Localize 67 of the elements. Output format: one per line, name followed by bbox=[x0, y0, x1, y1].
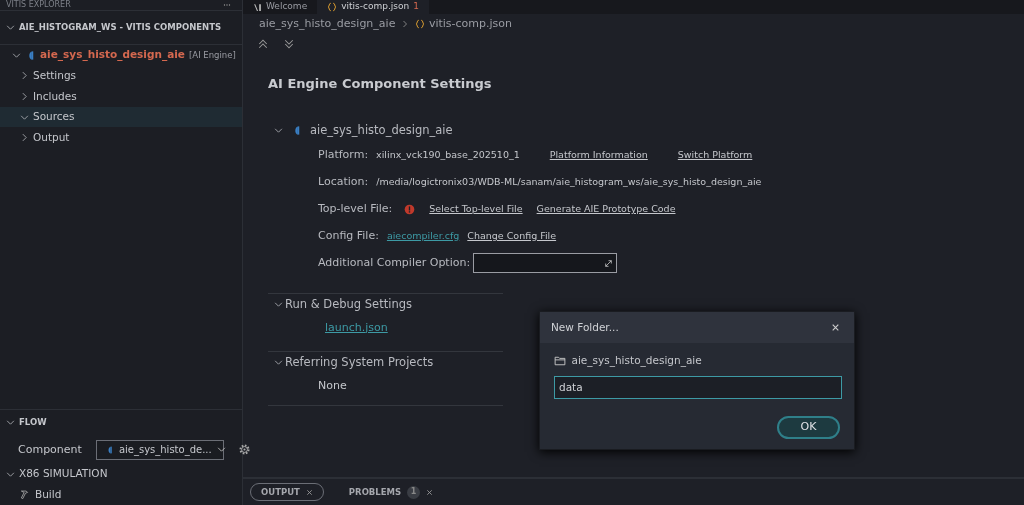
chevron-icon[interactable] bbox=[6, 23, 15, 32]
field-value: /media/logictronix03/WDB-ML/sanam/aie_histogram_ws/aie_sys_histo_design_aie bbox=[376, 174, 762, 189]
section-title: Run & Debug Settings bbox=[285, 295, 412, 313]
tree-item[interactable]: Includes bbox=[0, 86, 242, 107]
more-icon[interactable] bbox=[222, 1, 232, 9]
breadcrumb-item[interactable]: vitis-comp.json bbox=[415, 15, 512, 33]
chevron-icon[interactable] bbox=[12, 50, 21, 60]
tree-item[interactable]: Sources bbox=[0, 106, 242, 128]
field-label: Additional Compiler Option: bbox=[318, 254, 471, 271]
ok-button[interactable]: OK bbox=[777, 415, 840, 439]
section-header[interactable]: FLOW bbox=[19, 416, 47, 430]
link[interactable]: Change Config File bbox=[467, 228, 557, 244]
chevron-icon[interactable] bbox=[6, 418, 15, 428]
chevron-icon[interactable] bbox=[20, 112, 29, 122]
folder-path: aie_sys_histo_design_aie bbox=[571, 353, 702, 369]
field-value: xilinx_vck190_base_202510_1 bbox=[376, 147, 520, 162]
component-dropdown[interactable]: aie_sys_histo_de... bbox=[95, 439, 224, 460]
chevron-icon[interactable] bbox=[6, 469, 15, 479]
close-icon[interactable] bbox=[831, 323, 840, 332]
field-label: Component bbox=[18, 441, 82, 458]
panel-title: VITIS EXPLORER bbox=[6, 0, 71, 11]
chevron-icon[interactable] bbox=[274, 126, 283, 135]
link[interactable]: Switch Platform bbox=[677, 147, 753, 163]
braces-icon bbox=[327, 2, 338, 12]
close-icon[interactable] bbox=[305, 488, 313, 496]
editor-tab[interactable]: Welcome bbox=[243, 0, 318, 14]
link[interactable]: Generate AIE Prototype Code bbox=[536, 201, 676, 217]
dialog-title: New Folder... bbox=[551, 319, 619, 335]
input-field[interactable]: data bbox=[554, 375, 842, 399]
logo-icon bbox=[253, 2, 262, 12]
section-header[interactable]: AIE_HISTOGRAM_WS - VITIS COMPONENTS bbox=[19, 21, 222, 34]
field-label: Top-level File: bbox=[318, 200, 393, 217]
resize-icon bbox=[604, 258, 614, 268]
tree-item[interactable]: Settings bbox=[0, 65, 242, 87]
tree-item[interactable]: Output bbox=[0, 127, 242, 148]
chevron-icon[interactable] bbox=[274, 358, 283, 367]
link[interactable]: Select Top-level File bbox=[429, 201, 523, 217]
field-label: Location: bbox=[318, 173, 369, 190]
folder-icon bbox=[554, 354, 566, 367]
panel-tab[interactable]: PROBLEMS 1 bbox=[337, 482, 445, 502]
editor-tab[interactable]: vitis-comp.json 1 bbox=[317, 0, 429, 14]
tree-item[interactable]: aie_sys_histo_design_aie [AI Engine] bbox=[0, 45, 242, 66]
chevron-icon[interactable] bbox=[20, 92, 29, 101]
collapse-all-icon[interactable] bbox=[257, 38, 269, 50]
empty-text: None bbox=[318, 377, 347, 394]
field-label: Config File: bbox=[318, 227, 379, 244]
component-name: aie_sys_histo_design_aie bbox=[310, 121, 453, 139]
chevron-icon[interactable] bbox=[20, 133, 29, 143]
chevron-icon[interactable] bbox=[20, 71, 29, 81]
section-title: Referring System Projects bbox=[285, 353, 434, 371]
field-label: Platform: bbox=[318, 146, 369, 163]
caret-icon bbox=[216, 445, 226, 455]
expand-all-icon[interactable] bbox=[283, 38, 295, 50]
file-link[interactable]: aiecompiler.cfg bbox=[386, 228, 460, 244]
link[interactable]: Platform Information bbox=[549, 147, 648, 163]
hammer-icon bbox=[20, 489, 31, 501]
chevron-icon[interactable] bbox=[274, 300, 283, 309]
input-field[interactable] bbox=[473, 253, 618, 273]
file-link[interactable]: launch.json bbox=[325, 319, 388, 337]
breadcrumb-item[interactable]: aie_sys_histo_design_aie bbox=[259, 15, 396, 33]
close-icon[interactable] bbox=[426, 488, 434, 496]
flow-item[interactable]: Build bbox=[0, 484, 242, 505]
section-header[interactable]: X86 SIMULATION bbox=[19, 466, 108, 482]
braces-icon bbox=[415, 18, 426, 29]
chevron-icon bbox=[401, 20, 410, 28]
settings-title: AI Engine Component Settings bbox=[268, 75, 493, 93]
settings-icon[interactable] bbox=[237, 443, 251, 457]
